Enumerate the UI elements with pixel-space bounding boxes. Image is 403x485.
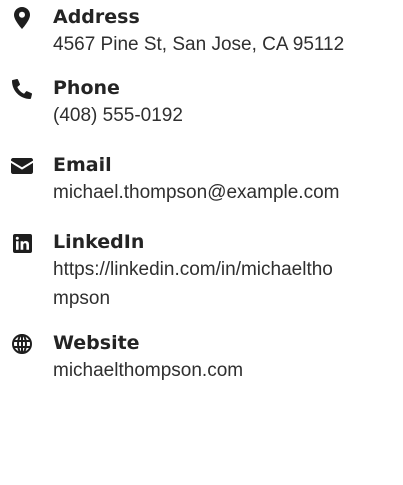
contact-item-website: Website michaelthompson.com — [10, 330, 390, 385]
contact-item-linkedin: LinkedIn https://linkedin.com/in/michael… — [10, 229, 390, 313]
linkedin-value: https://linkedin.com/in/michaelthompson — [53, 259, 333, 309]
map-marker-icon — [10, 7, 34, 29]
email-label: Email — [53, 154, 112, 176]
globe-icon — [10, 333, 34, 355]
phone-icon — [10, 78, 34, 100]
envelope-icon — [10, 155, 34, 177]
phone-value: (408) 555-0192 — [53, 105, 183, 126]
contact-item-email: Email michael.thompson@example.com — [10, 152, 390, 207]
contact-info-list: Address 4567 Pine St, San Jose, CA 95112… — [10, 4, 390, 385]
linkedin-label: LinkedIn — [53, 231, 145, 253]
contact-item-phone: Phone (408) 555-0192 — [10, 75, 390, 130]
phone-label: Phone — [53, 77, 120, 99]
website-value: michaelthompson.com — [53, 360, 244, 381]
email-value: michael.thompson@example.com — [53, 182, 340, 203]
address-label: Address — [53, 6, 140, 28]
linkedin-icon — [10, 232, 34, 254]
website-label: Website — [53, 332, 140, 354]
address-value: 4567 Pine St, San Jose, CA 95112 — [53, 34, 345, 55]
contact-item-address: Address 4567 Pine St, San Jose, CA 95112 — [10, 4, 390, 59]
